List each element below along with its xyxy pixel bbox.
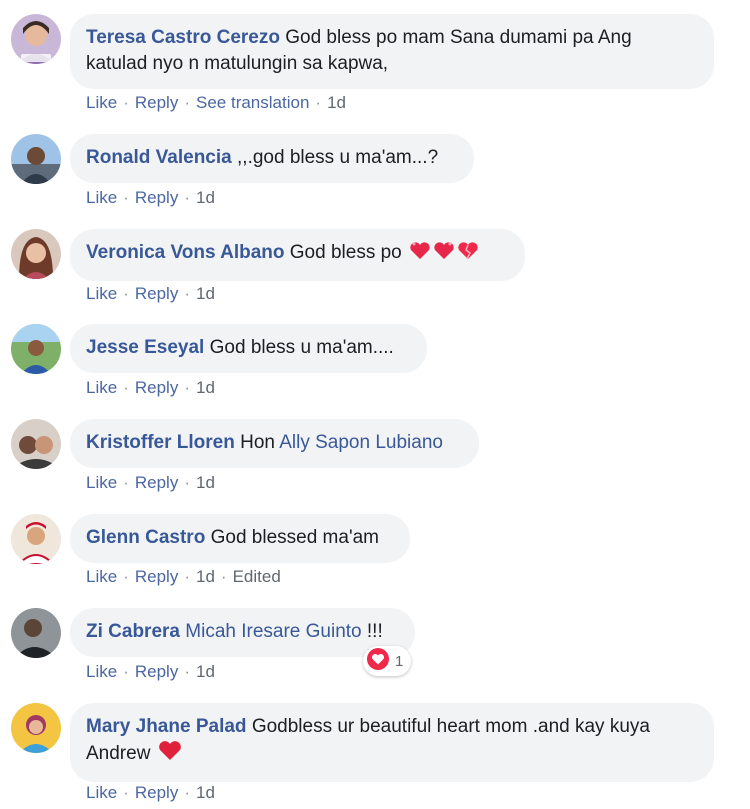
avatar[interactable] [11, 419, 61, 469]
edited-label[interactable]: Edited [233, 567, 281, 586]
like-button[interactable]: Like [86, 284, 117, 303]
like-button[interactable]: Like [86, 473, 117, 492]
comment-timestamp[interactable]: 1d [196, 284, 215, 303]
love-reaction-icon [367, 648, 389, 674]
reaction-count: 1 [395, 652, 404, 670]
comment-author[interactable]: Ronald Valencia [86, 147, 232, 168]
comment-text: God blessed ma'am [210, 527, 379, 548]
reaction-summary[interactable]: 1 [363, 646, 412, 676]
avatar[interactable] [11, 324, 61, 374]
comment-timestamp[interactable]: 1d [196, 662, 215, 681]
comment-text: !!! [366, 621, 383, 642]
comment-text: God bless po [289, 242, 402, 263]
sparkling-heart-icon [433, 241, 455, 269]
reply-button[interactable]: Reply [135, 783, 178, 802]
reply-button[interactable]: Reply [135, 284, 178, 303]
comment-actions: Like · Reply · 1d [86, 284, 215, 303]
comment-author[interactable]: Kristoffer Lloren [86, 432, 235, 453]
comment-author[interactable]: Jesse Eseyal [86, 337, 204, 358]
comment-bubble: Kristoffer Lloren Hon Ally Sapon Lubiano [70, 419, 479, 468]
comment-bubble: Zi Cabrera Micah Iresare Guinto !!! [70, 608, 415, 657]
mention-link[interactable]: Micah Iresare Guinto [185, 621, 361, 642]
reply-button[interactable]: Reply [135, 188, 178, 207]
sparkling-heart-icon [409, 241, 431, 269]
comment-text: Hon [240, 432, 275, 453]
avatar[interactable] [11, 14, 61, 64]
comment-timestamp[interactable]: 1d [196, 473, 215, 492]
comment-timestamp[interactable]: 1d [196, 188, 215, 207]
comment-timestamp[interactable]: 1d [196, 378, 215, 397]
comment-actions: Like · Reply · 1d [86, 783, 215, 802]
avatar[interactable] [11, 514, 61, 564]
comment-author[interactable]: Glenn Castro [86, 527, 205, 548]
comment-timestamp[interactable]: 1d [196, 567, 215, 586]
comment-author[interactable]: Mary Jhane Palad [86, 716, 247, 737]
avatar[interactable] [11, 608, 61, 658]
comment-bubble: Veronica Vons Albano God bless po [70, 229, 525, 281]
like-button[interactable]: Like [86, 378, 117, 397]
comment-author[interactable]: Veronica Vons Albano [86, 242, 285, 263]
comment-bubble: Jesse Eseyal God bless u ma'am.... [70, 324, 427, 373]
like-button[interactable]: Like [86, 93, 117, 112]
reply-button[interactable]: Reply [135, 473, 178, 492]
comment-actions: Like · Reply · 1d [86, 662, 215, 681]
reply-button[interactable]: Reply [135, 93, 178, 112]
avatar[interactable] [11, 134, 61, 184]
comment-timestamp[interactable]: 1d [196, 783, 215, 802]
mention-link[interactable]: Ally Sapon Lubiano [279, 432, 443, 453]
comment-text: ,,.god bless u ma'am...? [237, 147, 439, 168]
comment-bubble: Mary Jhane Palad Godbless ur beautiful h… [70, 703, 714, 782]
avatar[interactable] [11, 703, 61, 753]
comment-author[interactable]: Zi Cabrera [86, 621, 180, 642]
like-button[interactable]: Like [86, 567, 117, 586]
comment-bubble: Glenn Castro God blessed ma'am [70, 514, 410, 563]
reply-button[interactable]: Reply [135, 378, 178, 397]
comment-timestamp[interactable]: 1d [327, 93, 346, 112]
comment-actions: Like · Reply · 1d [86, 188, 215, 207]
comment-author[interactable]: Teresa Castro Cerezo [86, 27, 280, 48]
comment-text: God bless u ma'am.... [209, 337, 394, 358]
like-button[interactable]: Like [86, 662, 117, 681]
reply-button[interactable]: Reply [135, 662, 178, 681]
comment-actions: Like · Reply · 1d [86, 473, 215, 492]
reply-button[interactable]: Reply [135, 567, 178, 586]
like-button[interactable]: Like [86, 188, 117, 207]
comment-actions: Like · Reply · See translation · 1d [86, 93, 346, 112]
avatar[interactable] [11, 229, 61, 279]
broken-heart-icon [457, 241, 479, 269]
comment-bubble: Ronald Valencia ,,.god bless u ma'am...? [70, 134, 474, 183]
comment-actions: Like · Reply · 1d [86, 378, 215, 397]
comment-bubble: Teresa Castro Cerezo God bless po mam Sa… [70, 14, 714, 89]
see-translation-link[interactable]: See translation [196, 93, 309, 112]
like-button[interactable]: Like [86, 783, 117, 802]
red-heart-icon [158, 740, 182, 770]
comment-actions: Like · Reply · 1d · Edited [86, 567, 281, 586]
